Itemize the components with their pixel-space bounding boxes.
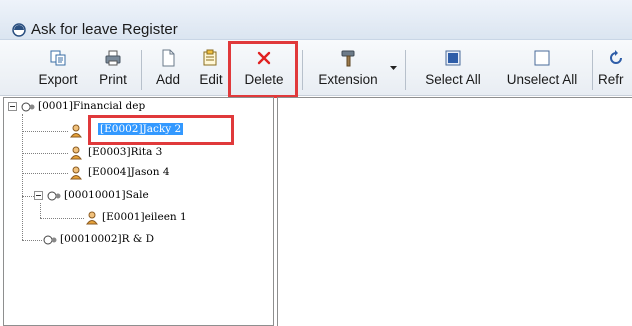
extension-label: Extension [318, 72, 378, 87]
export-icon [50, 50, 66, 66]
refresh-button[interactable]: Refr [598, 40, 632, 96]
tree-node-financial-dep[interactable]: [0001]Financial dep [38, 100, 145, 112]
unselect-all-label: Unselect All [506, 72, 578, 87]
group-node-icon [47, 191, 61, 201]
tree-node-label: [00010002]R & D [60, 233, 154, 245]
select-all-button[interactable]: Select All [413, 40, 493, 96]
department-tree[interactable]: [0001]Financial dep [E0002]Jacky 2 [E000… [3, 97, 274, 326]
toolbar: Export Print Add Edit Delete Extension S… [0, 40, 632, 98]
export-label: Export [38, 72, 78, 87]
hammer-icon [341, 50, 355, 67]
printer-icon [105, 50, 121, 66]
edit-label: Edit [199, 72, 223, 87]
tree-node-rita[interactable]: [E0003]Rita 3 [88, 146, 162, 158]
person-icon [70, 124, 82, 138]
extension-button[interactable]: Extension [308, 40, 400, 96]
new-document-icon [162, 49, 175, 67]
tree-node-eileen[interactable]: [E0001]eileen 1 [102, 211, 187, 223]
tree-node-label: [0001]Financial dep [38, 100, 146, 112]
checkbox-empty-icon [534, 50, 550, 66]
group-node-icon [43, 235, 57, 245]
tree-line [22, 173, 68, 174]
tree-node-label: [E0004]Jason 4 [88, 166, 170, 178]
select-all-label: Select All [425, 72, 481, 87]
toolbar-separator [592, 50, 593, 90]
delete-highlight-box [228, 41, 298, 98]
edit-icon [203, 49, 217, 66]
tree-node-label: [E0001]eileen 1 [102, 211, 187, 223]
print-button[interactable]: Print [92, 40, 134, 96]
tree-node-rnd[interactable]: [00010002]R & D [60, 233, 154, 245]
collapse-toggle[interactable] [8, 102, 17, 111]
dropdown-arrow-icon [390, 66, 397, 70]
tree-node-label: [00010001]Sale [64, 189, 149, 201]
person-icon [70, 166, 82, 180]
tree-line [22, 114, 23, 240]
tree-node-sale[interactable]: [00010001]Sale [64, 189, 149, 201]
tree-line [40, 218, 84, 219]
tree-line [22, 131, 68, 132]
add-button[interactable]: Add [148, 40, 188, 96]
title-bar: Ask for leave Register [0, 0, 632, 40]
tree-node-label: [E0003]Rita 3 [88, 146, 163, 158]
window-title: Ask for leave Register [31, 21, 178, 38]
detail-pane[interactable] [277, 97, 632, 326]
export-button[interactable]: Export [30, 40, 86, 96]
collapse-toggle[interactable] [34, 191, 43, 200]
checkbox-filled-icon [445, 50, 461, 66]
person-icon [86, 211, 98, 225]
unselect-all-button[interactable]: Unselect All [496, 40, 588, 96]
tree-node-jason[interactable]: [E0004]Jason 4 [88, 166, 170, 178]
tree-line [22, 240, 42, 241]
group-node-icon [21, 102, 35, 112]
toolbar-separator [302, 50, 303, 90]
refresh-icon [610, 50, 622, 64]
add-label: Add [155, 72, 181, 87]
edit-button[interactable]: Edit [193, 40, 229, 96]
toolbar-separator [141, 50, 142, 90]
app-icon [12, 23, 26, 37]
tree-line [22, 153, 68, 154]
refresh-label: Refr [598, 72, 624, 87]
print-label: Print [99, 72, 127, 87]
person-icon [70, 146, 82, 160]
toolbar-separator [405, 50, 406, 90]
jacky-highlight-box [88, 115, 234, 145]
tree-line [40, 203, 41, 218]
